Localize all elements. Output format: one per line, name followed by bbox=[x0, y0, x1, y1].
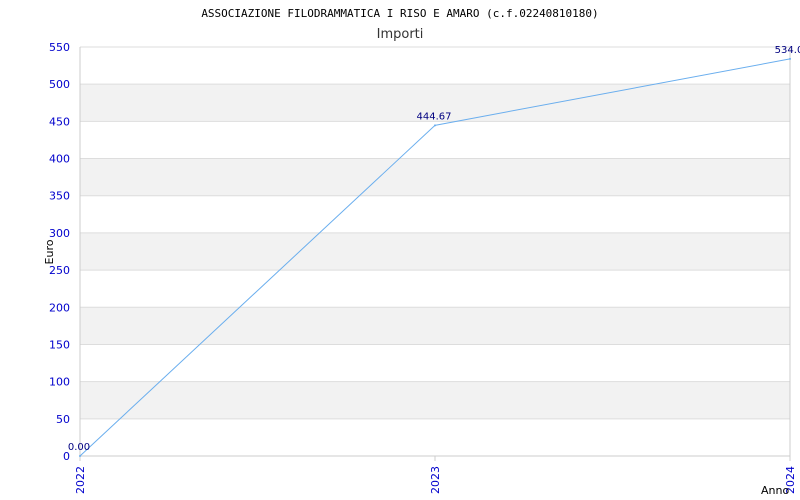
grid-band bbox=[80, 381, 790, 419]
chart-subtitle: Importi bbox=[377, 27, 424, 42]
y-tick-label: 150 bbox=[49, 338, 70, 351]
chart-title: ASSOCIAZIONE FILODRAMMATICA I RISO E AMA… bbox=[201, 7, 598, 20]
x-tick-label: 2023 bbox=[429, 466, 442, 494]
data-point bbox=[789, 57, 791, 60]
x-axis-label: Anno bbox=[761, 484, 789, 497]
y-tick-label: 300 bbox=[49, 227, 70, 240]
y-tick-label: 250 bbox=[49, 264, 70, 277]
y-tick-label: 450 bbox=[49, 115, 70, 128]
y-tick-label: 200 bbox=[49, 301, 70, 314]
data-label: 534.0 bbox=[775, 45, 800, 56]
x-tick-labels: 2022 2023 2024 bbox=[74, 466, 797, 494]
data-label: 444.67 bbox=[417, 111, 452, 122]
y-tick-label: 400 bbox=[49, 153, 70, 166]
y-tick-label: 500 bbox=[49, 78, 70, 91]
data-point bbox=[79, 455, 81, 457]
line-chart: 050100150200250300350400450500550 2022 20… bbox=[43, 7, 800, 497]
y-tick-label: 550 bbox=[49, 41, 70, 54]
grid-band bbox=[80, 232, 790, 271]
data-point bbox=[434, 124, 436, 127]
y-tick-label: 350 bbox=[49, 190, 70, 203]
y-tick-label: 100 bbox=[49, 376, 70, 389]
x-tick-label: 2022 bbox=[74, 466, 87, 494]
y-tick-label: 50 bbox=[56, 413, 70, 426]
data-label: 0.00 bbox=[68, 442, 90, 453]
grid-bands bbox=[80, 84, 790, 419]
grid-band bbox=[80, 307, 790, 345]
grid-band bbox=[80, 158, 790, 196]
y-axis-label: Euro bbox=[43, 239, 56, 264]
